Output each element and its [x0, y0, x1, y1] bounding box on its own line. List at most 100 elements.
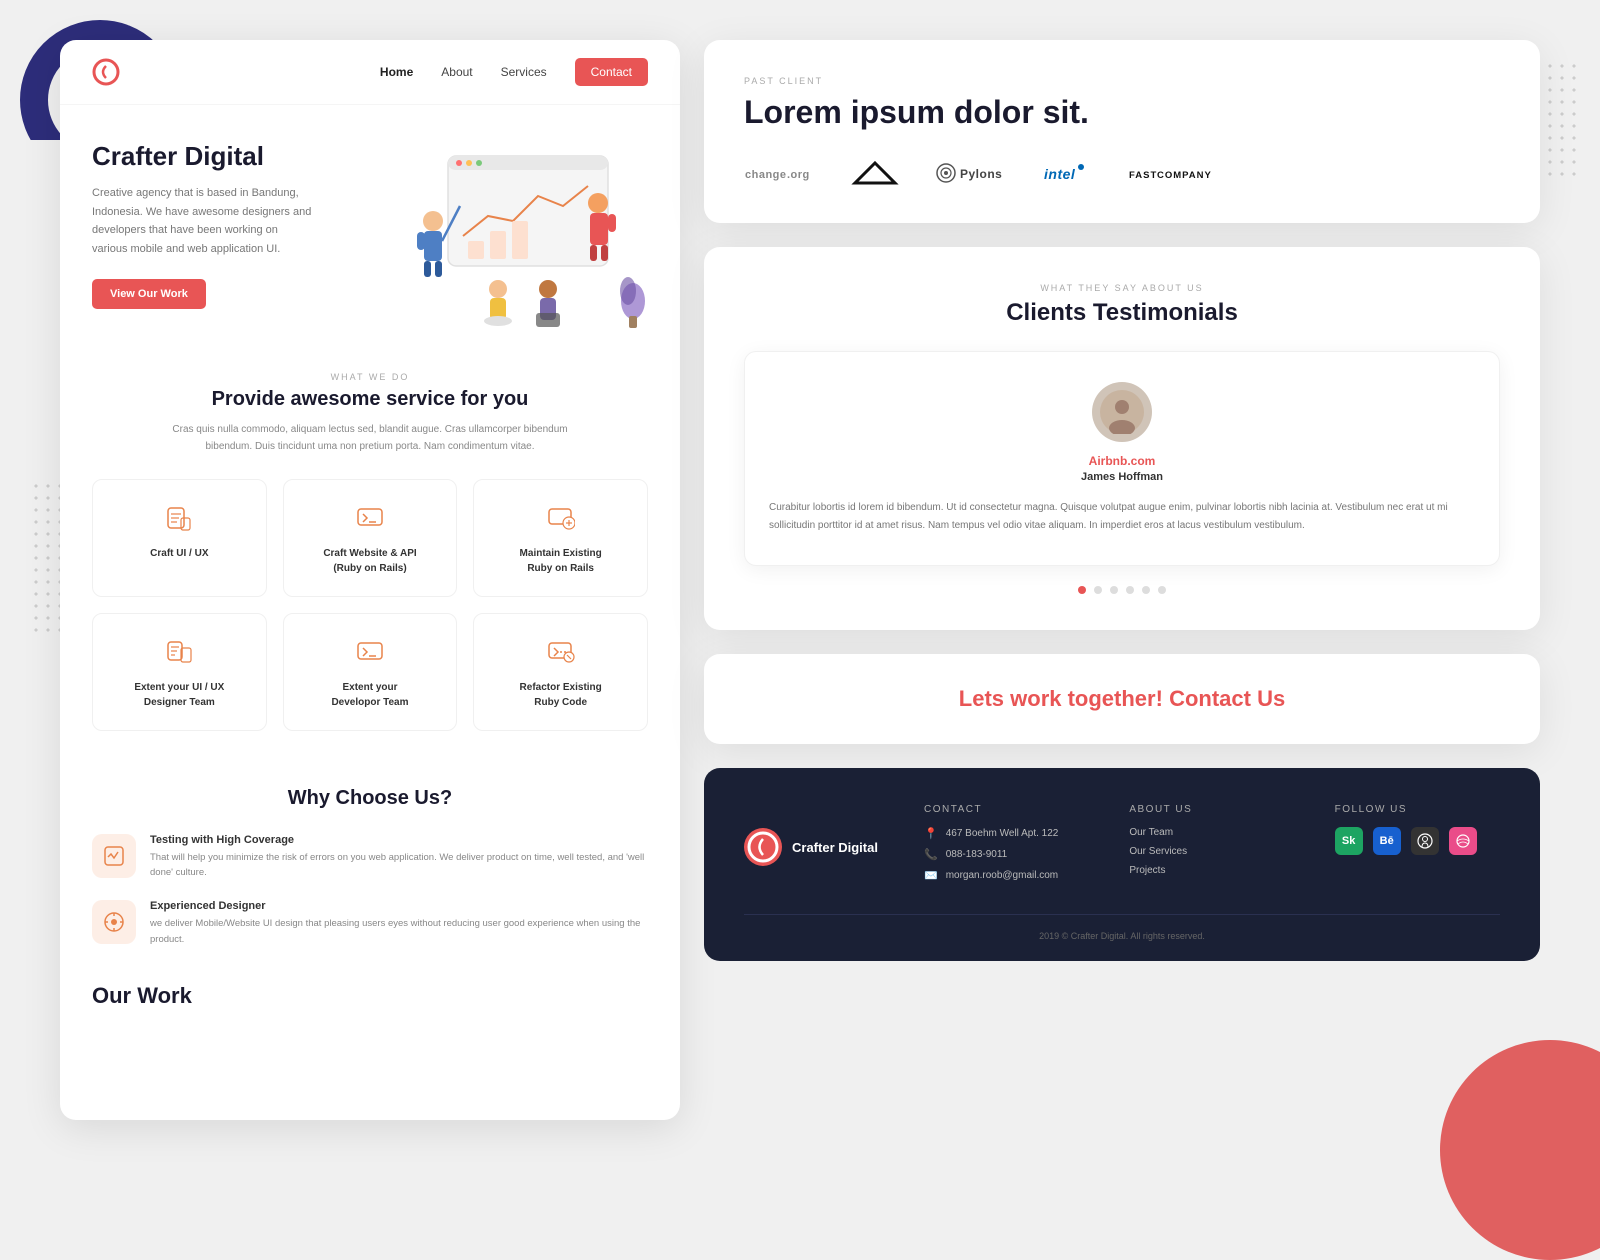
service-card-2: Maintain Existing Ruby on Rails: [473, 479, 648, 597]
testimonial-dot-1[interactable]: [1094, 586, 1102, 594]
what-we-do-title: Provide awesome service for you: [92, 388, 648, 411]
footer-brand-name: Crafter Digital: [792, 840, 878, 855]
testimonial-avatar: [1092, 382, 1152, 442]
footer-projects-link[interactable]: Projects: [1129, 865, 1294, 876]
location-icon: 📍: [924, 827, 938, 840]
service-card-0: Craft UI / UX: [92, 479, 267, 597]
service-name-1: Craft Website & API (Ruby on Rails): [300, 546, 441, 576]
why-items: Testing with High Coverage That will hel…: [92, 834, 648, 947]
phone-icon: 📞: [924, 848, 938, 861]
refactor-icon: [543, 634, 579, 670]
what-we-do-description: Cras quis nulla commodo, aliquam lectus …: [170, 421, 570, 455]
client-logo-fastcompany: FAST COMPANY: [1128, 161, 1218, 185]
footer-email: ✉️ morgan.roob@gmail.com: [924, 869, 1089, 882]
craft-api-icon: [352, 500, 388, 536]
why-choose-us-title: Why Choose Us?: [92, 787, 648, 810]
cta-static-text: Lets work together!: [959, 686, 1163, 711]
testimonial-dot-4[interactable]: [1142, 586, 1150, 594]
footer-address-text: 467 Boehm Well Apt. 122: [946, 828, 1059, 839]
why-item-title-0: Testing with High Coverage: [150, 834, 648, 846]
service-card-1: Craft Website & API (Ruby on Rails): [283, 479, 458, 597]
why-item-1: Experienced Designer we deliver Mobile/W…: [92, 900, 648, 946]
svg-text:Pylons: Pylons: [960, 167, 1002, 181]
testimonial-dot-0[interactable]: [1078, 586, 1086, 594]
social-icon-0[interactable]: Sk: [1335, 827, 1363, 855]
dribbble-icon[interactable]: [1449, 827, 1477, 855]
footer-contact-title: CONTACT: [924, 804, 1089, 815]
hero-illustration: [388, 141, 648, 331]
github-icon[interactable]: [1411, 827, 1439, 855]
why-item-desc-0: That will help you minimize the risk of …: [150, 850, 648, 880]
behance-icon[interactable]: Bē: [1373, 827, 1401, 855]
our-work-title: Our Work: [92, 983, 648, 1009]
why-item-text-1: Experienced Designer we deliver Mobile/W…: [150, 900, 648, 946]
testimonial-label: WHAT THEY SAY ABOUT US: [744, 283, 1500, 293]
footer-social-links: Sk Bē: [1335, 827, 1500, 855]
email-icon: ✉️: [924, 869, 938, 882]
what-we-do-label: WHAT WE DO: [92, 372, 648, 382]
svg-text:intel: intel: [1044, 166, 1076, 182]
client-logo-adidas: [850, 159, 900, 187]
footer-brand-icon: [744, 828, 782, 866]
testimonial-dot-3[interactable]: [1126, 586, 1134, 594]
hero-cta-button[interactable]: View Our Work: [92, 279, 206, 309]
hero-section: Crafter Digital Creative agency that is …: [60, 105, 680, 336]
testimonial-company: Airbnb.com: [769, 454, 1475, 468]
testimonial-dot-5[interactable]: [1158, 586, 1166, 594]
nav-links: Home About Services Contact: [380, 58, 648, 86]
service-name-5: Refactor Existing Ruby Code: [490, 680, 631, 710]
testimonial-author: James Hoffman: [769, 471, 1475, 483]
cta-text: Lets work together! Contact Us: [744, 686, 1500, 712]
footer-about-title: ABOUT US: [1129, 804, 1294, 815]
footer-phone-text: 088-183-9011: [946, 849, 1008, 860]
why-item-desc-1: we deliver Mobile/Website UI design that…: [150, 916, 648, 946]
testimonial-dot-2[interactable]: [1110, 586, 1118, 594]
nav-link-home[interactable]: Home: [380, 65, 413, 79]
nav-contact-button[interactable]: Contact: [575, 58, 648, 86]
svg-text:change: change: [745, 169, 787, 181]
logo-icon: [92, 58, 120, 86]
cta-link[interactable]: Contact Us: [1169, 686, 1285, 711]
footer-social-col: FOLLOW US Sk Bē: [1335, 804, 1500, 890]
testimonial-inner: Airbnb.com James Hoffman Curabitur lobor…: [744, 351, 1500, 566]
nav-link-services[interactable]: Services: [501, 65, 547, 79]
designer-icon: [92, 900, 136, 944]
left-panel: Home About Services Contact Crafter Digi…: [60, 40, 680, 1120]
hero-title: Crafter Digital: [92, 141, 378, 172]
client-logo-changeorg: change .org: [744, 161, 814, 185]
dev-team-icon: [352, 634, 388, 670]
testimonial-dots: [744, 586, 1500, 594]
svg-text:.org: .org: [787, 169, 810, 181]
svg-text:COMPANY: COMPANY: [1157, 170, 1212, 181]
maintain-icon: [543, 500, 579, 536]
nav-logo: [92, 58, 120, 86]
testing-icon: [92, 834, 136, 878]
client-logo-intel: intel: [1042, 161, 1092, 185]
svg-text:FAST: FAST: [1129, 170, 1157, 181]
cta-card: Lets work together! Contact Us: [704, 654, 1540, 744]
navigation: Home About Services Contact: [60, 40, 680, 105]
service-name-4: Extent your Developor Team: [300, 680, 441, 710]
service-name-3: Extent your UI / UX Designer Team: [109, 680, 250, 710]
testimonial-title: Clients Testimonials: [744, 299, 1500, 327]
footer-social-title: FOLLOW US: [1335, 804, 1500, 815]
client-logos: change .org P: [744, 159, 1500, 187]
footer-email-text: morgan.roob@gmail.com: [946, 870, 1058, 881]
service-card-4: Extent your Developor Team: [283, 613, 458, 731]
hero-image: [388, 141, 648, 336]
why-choose-us-section: Why Choose Us? Testing with High Coverag…: [60, 755, 680, 967]
footer-our-team-link[interactable]: Our Team: [1129, 827, 1294, 838]
why-item-text-0: Testing with High Coverage That will hel…: [150, 834, 648, 880]
hero-text: Crafter Digital Creative agency that is …: [92, 141, 378, 309]
footer-top: Crafter Digital CONTACT 📍 467 Boehm Well…: [744, 804, 1500, 890]
nav-link-about[interactable]: About: [441, 65, 472, 79]
service-card-3: Extent your UI / UX Designer Team: [92, 613, 267, 731]
footer-about-col: ABOUT US Our Team Our Services Projects: [1129, 804, 1294, 890]
our-work-section: Our Work: [60, 967, 680, 1037]
service-name-0: Craft UI / UX: [109, 546, 250, 561]
footer: Crafter Digital CONTACT 📍 467 Boehm Well…: [704, 768, 1540, 961]
testimonial-card: WHAT THEY SAY ABOUT US Clients Testimoni…: [704, 247, 1540, 630]
ui-team-icon: [161, 634, 197, 670]
footer-our-services-link[interactable]: Our Services: [1129, 846, 1294, 857]
service-card-5: Refactor Existing Ruby Code: [473, 613, 648, 731]
